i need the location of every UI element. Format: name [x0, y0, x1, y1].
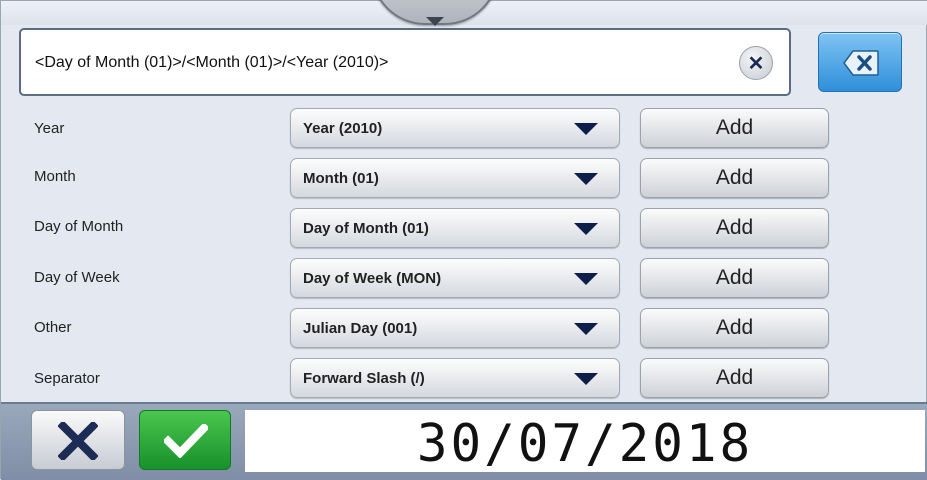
add-day-of-month-button[interactable]: Add — [640, 208, 829, 248]
dropdown-arrow-icon — [574, 273, 598, 285]
add-day-of-week-button[interactable]: Add — [640, 258, 829, 298]
backspace-button[interactable] — [818, 32, 902, 92]
dropdown-arrow-icon — [574, 123, 598, 135]
expression-text: <Day of Month (01)>/<Month (01)>/<Year (… — [35, 54, 389, 71]
day-of-week-dropdown[interactable]: Day of Week (MON) — [290, 258, 620, 298]
add-other-button[interactable]: Add — [640, 308, 829, 348]
separator-dropdown-value: Forward Slash (/) — [303, 370, 425, 387]
cancel-button[interactable] — [31, 410, 125, 470]
date-preview: 30/07/2018 — [245, 410, 925, 474]
month-dropdown[interactable]: Month (01) — [290, 158, 620, 198]
close-circle-icon: ✕ — [747, 52, 765, 75]
clear-expression-button[interactable]: ✕ — [739, 46, 773, 80]
day-of-month-dropdown-value: Day of Month (01) — [303, 220, 429, 237]
add-separator-button[interactable]: Add — [640, 358, 829, 398]
app-window: <Day of Month (01)>/<Month (01)>/<Year (… — [0, 0, 927, 480]
chevron-down-icon — [426, 17, 444, 26]
row-label-year: Year — [34, 120, 65, 137]
row-label-month: Month — [34, 168, 76, 185]
x-icon — [58, 422, 98, 460]
checkmark-icon — [164, 424, 208, 458]
backspace-icon — [843, 50, 879, 76]
day-of-week-dropdown-value: Day of Week (MON) — [303, 270, 442, 287]
separator-dropdown[interactable]: Forward Slash (/) — [290, 358, 620, 398]
month-dropdown-value: Month (01) — [303, 170, 379, 187]
day-of-month-dropdown[interactable]: Day of Month (01) — [290, 208, 620, 248]
year-dropdown-value: Year (2010) — [303, 120, 383, 137]
add-month-button[interactable]: Add — [640, 158, 829, 198]
row-label-day-of-week: Day of Week — [34, 269, 120, 286]
year-dropdown[interactable]: Year (2010) — [290, 108, 620, 148]
dropdown-arrow-icon — [574, 223, 598, 235]
dropdown-arrow-icon — [574, 173, 598, 185]
add-year-button[interactable]: Add — [640, 108, 829, 148]
date-preview-text: 30/07/2018 — [416, 414, 754, 474]
confirm-button[interactable] — [139, 410, 231, 470]
other-dropdown[interactable]: Julian Day (001) — [290, 308, 620, 348]
dropdown-arrow-icon — [574, 323, 598, 335]
row-label-separator: Separator — [34, 370, 100, 387]
row-label-day-of-month: Day of Month — [34, 218, 124, 235]
other-dropdown-value: Julian Day (001) — [303, 320, 418, 337]
dropdown-arrow-icon — [574, 373, 598, 385]
expression-field[interactable]: <Day of Month (01)>/<Month (01)>/<Year (… — [19, 28, 791, 96]
row-label-other: Other — [34, 319, 72, 336]
